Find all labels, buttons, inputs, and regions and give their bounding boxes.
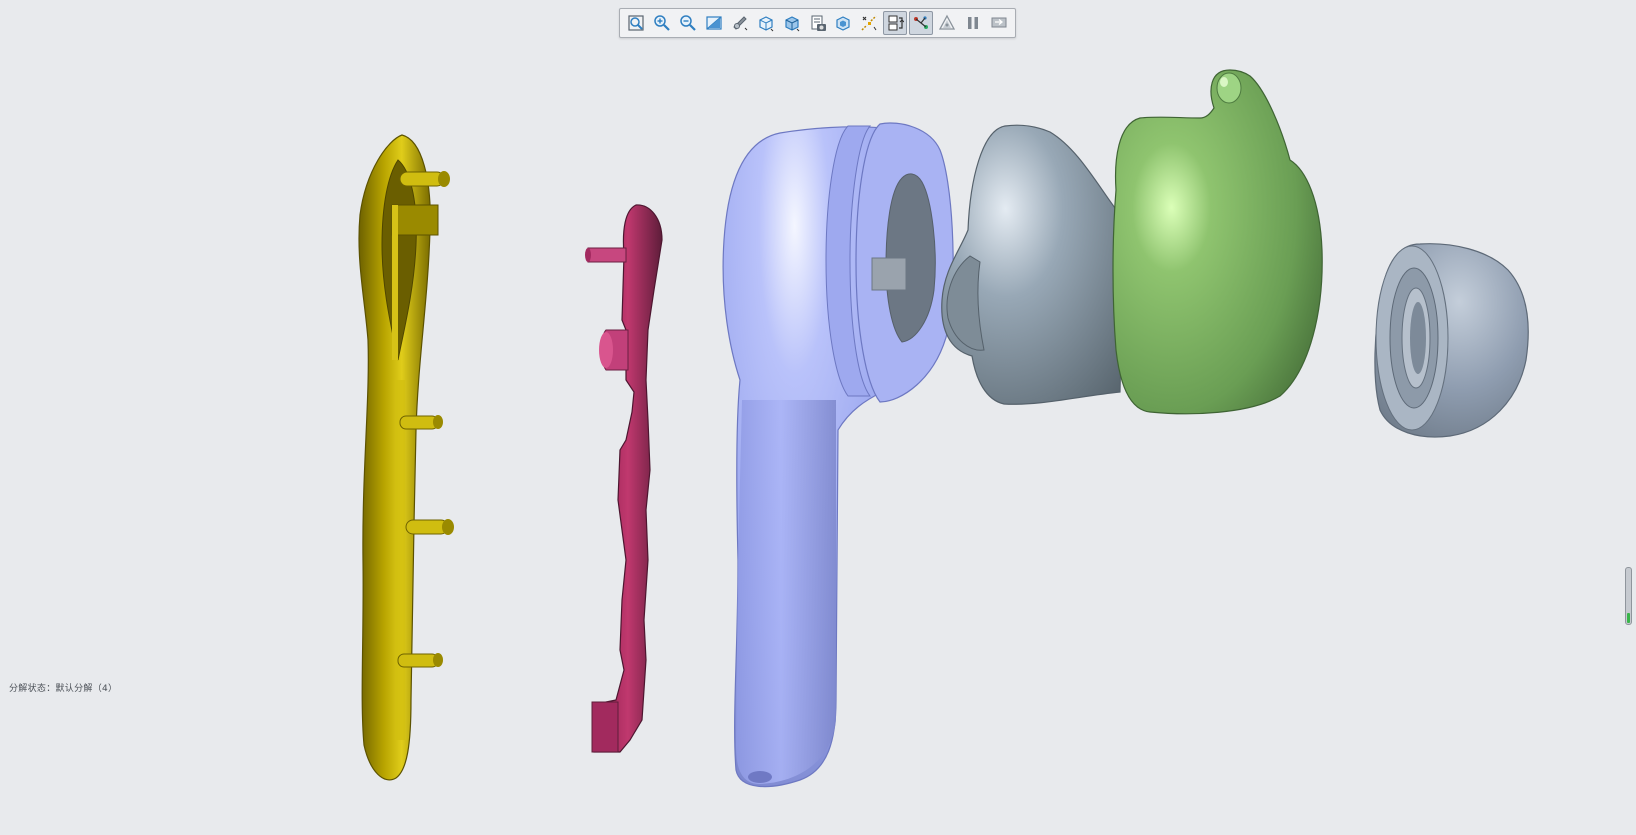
view-scroll-indicator[interactable] xyxy=(1625,567,1632,625)
toolbar-button-zoom-window[interactable] xyxy=(702,11,726,35)
toolbar-button-display-style[interactable] xyxy=(780,11,804,35)
toolbar-button-scene[interactable] xyxy=(832,11,856,35)
back-cover-part[interactable] xyxy=(358,134,454,781)
housing-ring xyxy=(855,122,954,403)
back-cover-pin xyxy=(405,519,454,535)
toolbar-button-explode-lines[interactable] xyxy=(857,11,881,35)
toolbar-button-render-style[interactable] xyxy=(728,11,752,35)
back-cover-pin xyxy=(397,653,443,668)
back-cover-pin xyxy=(399,171,450,187)
zoom-window-icon xyxy=(705,14,723,32)
display-style-icon xyxy=(783,14,801,32)
toolbar-button-exit[interactable] xyxy=(987,11,1011,35)
toolbar-button-pause[interactable] xyxy=(961,11,985,35)
explode-view-icon xyxy=(886,14,905,32)
toolbar-button-path[interactable] xyxy=(909,11,934,35)
explode-lines-icon xyxy=(860,14,878,32)
ear-tip-part[interactable] xyxy=(1374,243,1529,438)
circuit-board-part[interactable] xyxy=(585,204,663,753)
view-orientation-icon xyxy=(757,14,775,32)
scroll-indicator-fill xyxy=(1627,613,1630,623)
toolbar-button-section-view[interactable] xyxy=(806,11,830,35)
path-icon xyxy=(912,14,930,32)
3d-viewport[interactable] xyxy=(0,0,1636,831)
scene-icon xyxy=(834,14,852,32)
render-style-icon xyxy=(731,14,749,32)
toolbar-button-explode-view[interactable] xyxy=(883,11,908,35)
toolbar-button-zoom-out[interactable] xyxy=(676,11,700,35)
toolbar-button-zoom-in[interactable] xyxy=(650,11,674,35)
view-toolbar xyxy=(619,8,1016,38)
toolbar-button-shadow[interactable] xyxy=(935,11,959,35)
ear-fin-part[interactable] xyxy=(1112,69,1323,415)
earbud-housing-part[interactable] xyxy=(722,122,954,788)
back-cover-pin xyxy=(399,415,443,430)
acoustic-nozzle-part[interactable] xyxy=(941,124,1125,405)
exit-icon xyxy=(990,14,1008,32)
zoom-out-icon xyxy=(679,14,697,32)
zoom-fit-icon xyxy=(627,14,645,32)
toolbar-button-zoom-fit[interactable] xyxy=(624,11,648,35)
toolbar-button-view-orientation[interactable] xyxy=(754,11,778,35)
zoom-in-icon xyxy=(653,14,671,32)
section-view-icon xyxy=(809,14,827,32)
pause-icon xyxy=(964,14,982,32)
explode-state-label: 分解状态：默认分解（4） xyxy=(9,684,118,694)
shadow-icon xyxy=(938,14,956,32)
